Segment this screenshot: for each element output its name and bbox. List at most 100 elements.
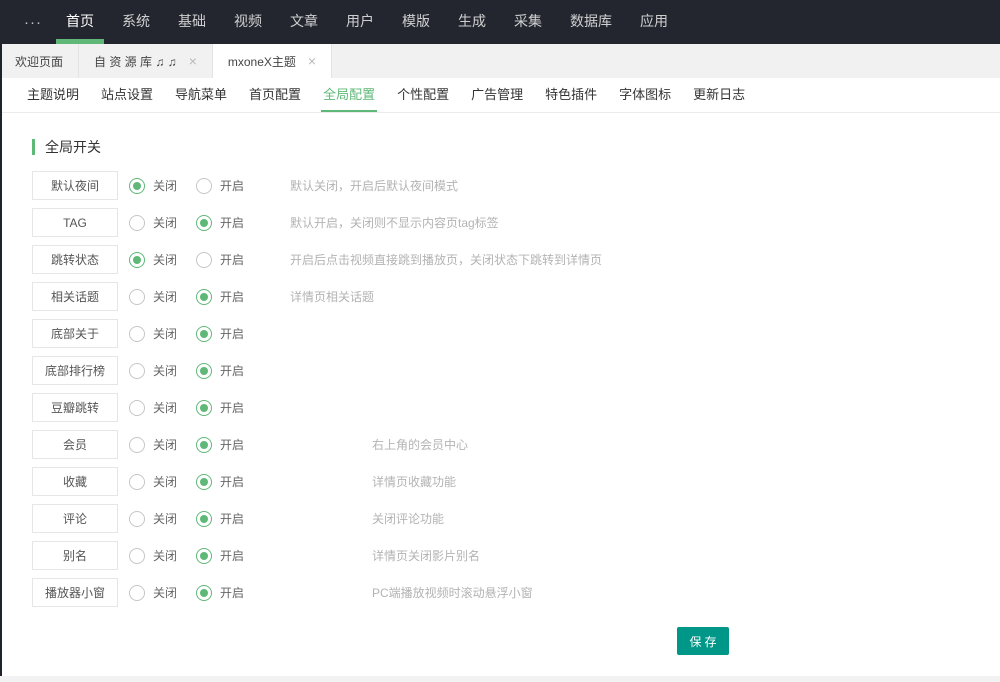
config-tab[interactable]: 个性配置 (395, 78, 451, 112)
radio-option-on[interactable]: 开启 (196, 177, 248, 194)
radio-option-off[interactable]: 关闭 (129, 584, 181, 601)
topnav-item[interactable]: 模版 (392, 0, 440, 44)
radio-on-label[interactable]: 开启 (220, 325, 244, 342)
radio-option-off[interactable]: 关闭 (129, 510, 181, 527)
radio-on-label[interactable]: 开启 (220, 251, 244, 268)
config-tab[interactable]: 特色插件 (543, 78, 599, 112)
topnav-item[interactable]: 生成 (448, 0, 496, 44)
topnav-item[interactable]: 文章 (280, 0, 328, 44)
page-tab[interactable]: 自 资 源 库 ♫ ♫ × (79, 44, 213, 78)
radio-on-circle[interactable] (196, 437, 212, 453)
radio-on-circle[interactable] (196, 548, 212, 564)
topnav-item[interactable]: 数据库 (560, 0, 622, 44)
radio-on-label[interactable]: 开启 (220, 547, 244, 564)
radio-option-on[interactable]: 开启 (196, 399, 248, 416)
radio-on-circle[interactable] (196, 289, 212, 305)
topnav-item[interactable]: 应用 (630, 0, 678, 44)
radio-on-label[interactable]: 开启 (220, 214, 244, 231)
radio-off-label[interactable]: 关闭 (153, 362, 177, 379)
radio-option-on[interactable]: 开启 (196, 251, 248, 268)
radio-option-off[interactable]: 关闭 (129, 399, 181, 416)
radio-on-label[interactable]: 开启 (220, 436, 244, 453)
topnav-item[interactable]: 用户 (336, 0, 384, 44)
config-tab[interactable]: 字体图标 (617, 78, 673, 112)
radio-option-off[interactable]: 关闭 (129, 288, 181, 305)
config-tab[interactable]: 更新日志 (691, 78, 747, 112)
radio-on-circle[interactable] (196, 474, 212, 490)
topnav-item[interactable]: 首页 (56, 0, 104, 44)
radio-off-label[interactable]: 关闭 (153, 436, 177, 453)
radio-on-label[interactable]: 开启 (220, 399, 244, 416)
topnav-item[interactable]: 采集 (504, 0, 552, 44)
radio-off-circle[interactable] (129, 474, 145, 490)
radio-off-circle[interactable] (129, 548, 145, 564)
radio-off-label[interactable]: 关闭 (153, 473, 177, 490)
radio-on-label[interactable]: 开启 (220, 473, 244, 490)
radio-option-off[interactable]: 关闭 (129, 325, 181, 342)
topnav-item[interactable]: 视频 (224, 0, 272, 44)
close-icon[interactable]: × (189, 54, 197, 68)
radio-off-circle[interactable] (129, 252, 145, 268)
radio-on-label[interactable]: 开启 (220, 362, 244, 379)
page-tab[interactable]: 欢迎页面 × (0, 44, 79, 78)
radio-off-circle[interactable] (129, 511, 145, 527)
radio-on-label[interactable]: 开启 (220, 584, 244, 601)
radio-on-circle[interactable] (196, 511, 212, 527)
radio-off-label[interactable]: 关闭 (153, 584, 177, 601)
radio-option-off[interactable]: 关闭 (129, 214, 181, 231)
radio-option-off[interactable]: 关闭 (129, 251, 181, 268)
radio-option-off[interactable]: 关闭 (129, 436, 181, 453)
config-tab[interactable]: 广告管理 (469, 78, 525, 112)
radio-option-off[interactable]: 关闭 (129, 547, 181, 564)
config-tab[interactable]: 全局配置 (321, 78, 377, 112)
radio-off-circle[interactable] (129, 215, 145, 231)
page-tab[interactable]: mxoneX主题 × (213, 44, 332, 78)
config-tab[interactable]: 导航菜单 (173, 78, 229, 112)
radio-option-on[interactable]: 开启 (196, 288, 248, 305)
radio-off-label[interactable]: 关闭 (153, 288, 177, 305)
radio-option-on[interactable]: 开启 (196, 436, 248, 453)
radio-off-circle[interactable] (129, 178, 145, 194)
config-tab[interactable]: 站点设置 (99, 78, 155, 112)
radio-off-label[interactable]: 关闭 (153, 547, 177, 564)
radio-off-label[interactable]: 关闭 (153, 399, 177, 416)
radio-option-off[interactable]: 关闭 (129, 473, 181, 490)
radio-on-circle[interactable] (196, 178, 212, 194)
radio-off-circle[interactable] (129, 400, 145, 416)
config-tab[interactable]: 首页配置 (247, 78, 303, 112)
radio-option-off[interactable]: 关闭 (129, 177, 181, 194)
radio-off-circle[interactable] (129, 363, 145, 379)
topnav-item[interactable]: 系统 (112, 0, 160, 44)
radio-option-off[interactable]: 关闭 (129, 362, 181, 379)
radio-off-circle[interactable] (129, 289, 145, 305)
radio-off-label[interactable]: 关闭 (153, 510, 177, 527)
radio-off-label[interactable]: 关闭 (153, 325, 177, 342)
radio-on-circle[interactable] (196, 400, 212, 416)
save-button[interactable]: 保存 (677, 627, 729, 655)
close-icon[interactable]: × (308, 54, 316, 68)
radio-option-on[interactable]: 开启 (196, 325, 248, 342)
radio-on-label[interactable]: 开启 (220, 288, 244, 305)
radio-on-circle[interactable] (196, 215, 212, 231)
more-menu-icon[interactable]: ··· (14, 0, 52, 44)
radio-off-label[interactable]: 关闭 (153, 177, 177, 194)
radio-off-label[interactable]: 关闭 (153, 251, 177, 268)
radio-on-circle[interactable] (196, 585, 212, 601)
radio-option-on[interactable]: 开启 (196, 362, 248, 379)
radio-off-label[interactable]: 关闭 (153, 214, 177, 231)
radio-on-label[interactable]: 开启 (220, 177, 244, 194)
radio-option-on[interactable]: 开启 (196, 584, 248, 601)
radio-on-circle[interactable] (196, 363, 212, 379)
radio-option-on[interactable]: 开启 (196, 547, 248, 564)
radio-on-label[interactable]: 开启 (220, 510, 244, 527)
radio-off-circle[interactable] (129, 437, 145, 453)
topnav-item[interactable]: 基础 (168, 0, 216, 44)
radio-option-on[interactable]: 开启 (196, 510, 248, 527)
radio-on-circle[interactable] (196, 252, 212, 268)
radio-on-circle[interactable] (196, 326, 212, 342)
config-tab[interactable]: 主题说明 (25, 78, 81, 112)
radio-option-on[interactable]: 开启 (196, 473, 248, 490)
radio-off-circle[interactable] (129, 326, 145, 342)
radio-option-on[interactable]: 开启 (196, 214, 248, 231)
radio-off-circle[interactable] (129, 585, 145, 601)
